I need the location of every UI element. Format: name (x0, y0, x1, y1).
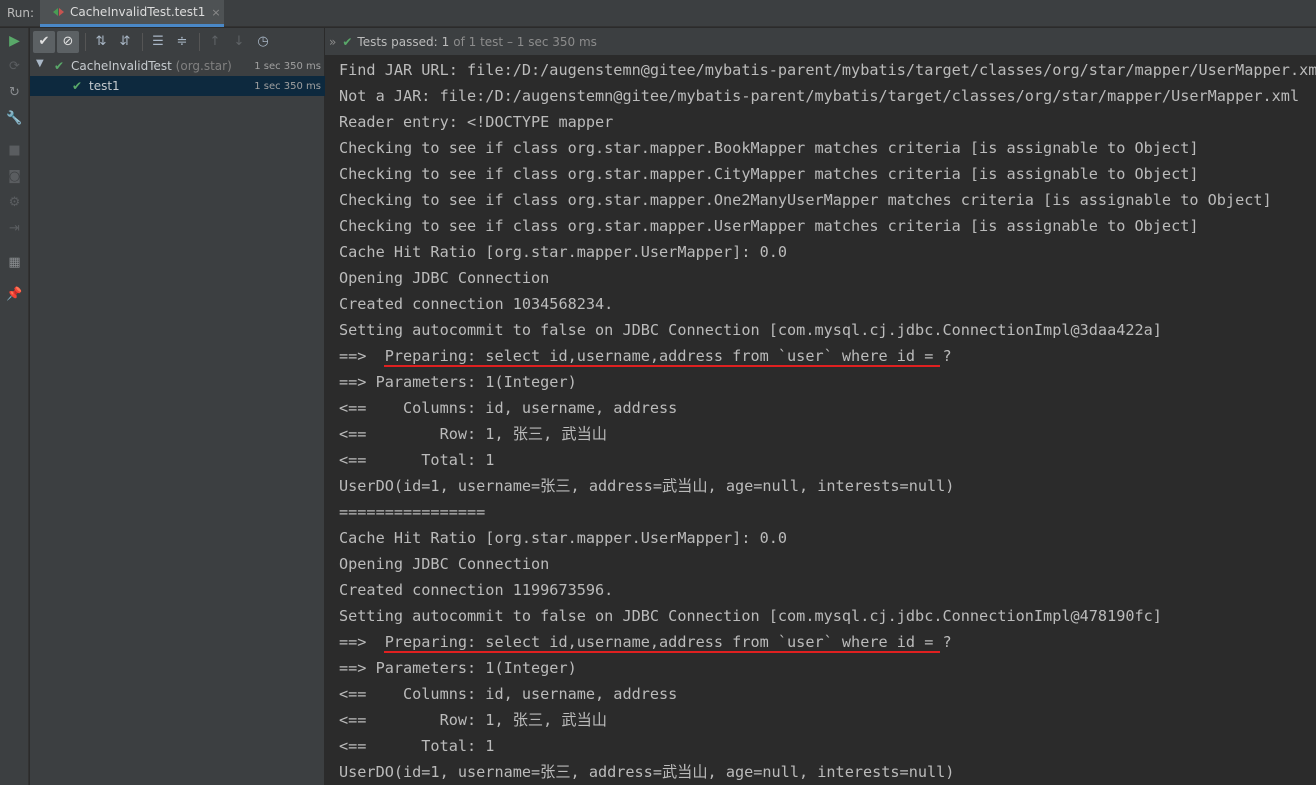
suite-label: CacheInvalidTest (org.star) (71, 59, 232, 73)
run-tab-bar: Run: CacheInvalidTest.test1 × (0, 0, 1316, 27)
console-line: ==> Parameters: 1(Integer) (339, 659, 577, 677)
test-name: test1 (89, 79, 120, 93)
console-line: Setting autocommit to false on JDBC Conn… (339, 321, 1162, 339)
previous-failed-icon[interactable]: ↑ (204, 31, 226, 53)
wrench-icon[interactable]: 🔧 (4, 108, 25, 129)
console-line: <== Row: 1, 张三, 武当山 (339, 711, 607, 729)
camera-icon[interactable]: ◙ (4, 166, 25, 187)
console-line: UserDO(id=1, username=张三, address=武当山, a… (339, 477, 955, 495)
run-tab-cache-invalid-test[interactable]: CacheInvalidTest.test1 × (40, 0, 224, 27)
tests-passed-count: 1 (441, 34, 450, 49)
more-actions-icon[interactable]: » (329, 35, 336, 49)
tree-item-test1[interactable]: ✔ test1 1 sec 350 ms (30, 76, 325, 96)
toolbar-divider (199, 32, 200, 51)
rerun-failed-icon[interactable]: ⟳ (4, 56, 25, 77)
test-history-icon[interactable]: ◷ (252, 31, 274, 53)
run-side-toolbar: ▶ ⟳ ↻ 🔧 ■ ◙ ⚙ ⇥ ▦ 📌 (0, 28, 29, 785)
console-line: <== Total: 1 (339, 737, 495, 755)
rerun-icon[interactable]: ▶ (4, 30, 25, 51)
exit-icon[interactable]: ⇥ (4, 218, 25, 239)
sql-highlight-underline (384, 651, 940, 653)
console-line: Cache Hit Ratio [org.star.mapper.UserMap… (339, 529, 788, 547)
show-ignored-icon[interactable]: ⊘ (57, 30, 79, 53)
console-line: <== Row: 1, 张三, 武当山 (339, 425, 607, 443)
collapse-all-icon[interactable]: ≑ (171, 31, 193, 53)
tests-passed-detail: of 1 test – 1 sec 350 ms (453, 34, 597, 49)
suite-package: (org.star) (175, 59, 232, 73)
console-line: <== Columns: id, username, address (339, 685, 678, 703)
console-line: Cache Hit Ratio [org.star.mapper.UserMap… (339, 243, 788, 261)
next-failed-icon[interactable]: ↓ (228, 31, 250, 53)
console-line: Find JAR URL: file:/D:/augenstemn@gitee/… (339, 61, 1316, 79)
suite-name: CacheInvalidTest (71, 59, 172, 73)
console-line: Reader entry: <!DOCTYPE mapper (339, 113, 614, 131)
pin-icon[interactable]: 📌 (4, 284, 25, 305)
run-config-icon (53, 6, 65, 18)
console-line: Created connection 1034568234. (339, 295, 614, 313)
stop-icon[interactable]: ■ (4, 140, 25, 161)
console-line: <== Total: 1 (339, 451, 495, 469)
toggle-auto-test-icon[interactable]: ↻ (4, 82, 25, 103)
test-tree-toolbar: ✔ ⊘ ⇅ ⇵ ☰ ≑ ↑ ↓ ◷ (30, 28, 325, 55)
run-tab-title: CacheInvalidTest.test1 (70, 5, 206, 19)
toolbar-divider (142, 32, 143, 51)
console-line: Checking to see if class org.star.mapper… (339, 139, 1199, 157)
show-passed-icon[interactable]: ✔ (33, 30, 55, 53)
console-line: Created connection 1199673596. (339, 581, 614, 599)
passed-check-icon: ✔ (342, 34, 353, 49)
passed-check-icon: ✔ (72, 79, 83, 93)
expand-all-icon[interactable]: ☰ (147, 31, 169, 53)
console-line: Checking to see if class org.star.mapper… (339, 191, 1272, 209)
chevron-down-icon[interactable]: ▼ (36, 58, 44, 69)
console-line: <== Columns: id, username, address (339, 399, 678, 417)
close-icon[interactable]: × (211, 6, 220, 19)
tests-passed-label: Tests passed: (357, 34, 438, 49)
console-line: Checking to see if class org.star.mapper… (339, 217, 1199, 235)
passed-check-icon: ✔ (54, 59, 65, 73)
layout-icon[interactable]: ▦ (4, 252, 25, 273)
console-line: ==> Parameters: 1(Integer) (339, 373, 577, 391)
sort-by-duration-icon[interactable]: ⇵ (114, 31, 136, 53)
gear-icon[interactable]: ⚙ (4, 192, 25, 213)
console-line: UserDO(id=1, username=张三, address=武当山, a… (339, 763, 955, 781)
console-line: ================ (339, 503, 486, 521)
console-line: Opening JDBC Connection (339, 555, 550, 573)
console-line: Setting autocommit to false on JDBC Conn… (339, 607, 1162, 625)
console-line: Opening JDBC Connection (339, 269, 550, 287)
test-status-bar: » ✔ Tests passed: 1 of 1 test – 1 sec 35… (325, 28, 1316, 55)
run-label: Run: (7, 6, 35, 20)
suite-duration: 1 sec 350 ms (254, 60, 321, 72)
sql-highlight-underline (384, 365, 940, 367)
sort-alphabetically-icon[interactable]: ⇅ (90, 31, 112, 53)
console-line: Checking to see if class org.star.mapper… (339, 165, 1199, 183)
toolbar-divider (85, 32, 86, 51)
test-tree-panel: ✔ ⊘ ⇅ ⇵ ☰ ≑ ↑ ↓ ◷ ▼ ✔ CacheInvalidTest (… (30, 28, 325, 785)
console-output[interactable]: Find JAR URL: file:/D:/augenstemn@gitee/… (325, 56, 1316, 785)
console-line: Not a JAR: file:/D:/augenstemn@gitee/myb… (339, 87, 1300, 105)
tree-item-suite[interactable]: ▼ ✔ CacheInvalidTest (org.star) 1 sec 35… (30, 56, 325, 76)
test-duration: 1 sec 350 ms (254, 80, 321, 92)
